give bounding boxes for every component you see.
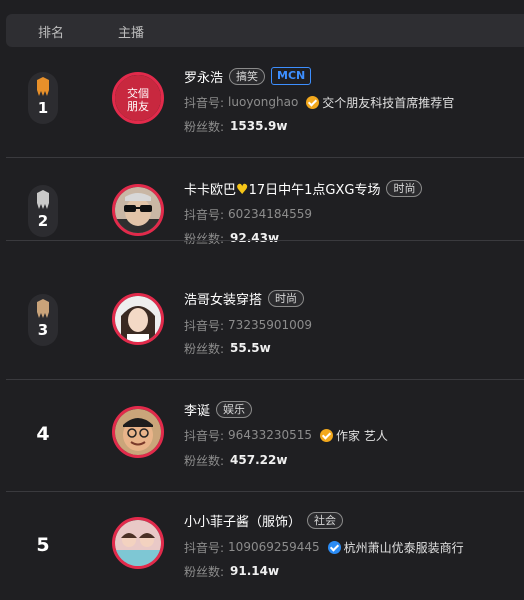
fans-label: 粉丝数: [184,119,225,134]
anchor-name[interactable]: 卡卡欧巴♥17日中午1点GXG专场 [184,179,380,198]
anchor-name[interactable]: 罗永浩 [184,67,223,86]
row-divider [6,157,524,158]
rank-medal-gold: 1 [28,72,58,124]
verified-gold-icon [320,428,334,442]
douyin-id-label: 抖音号: [184,207,225,222]
fans-count: 457.22w [230,453,288,467]
fans-label: 粉丝数: [184,341,225,356]
verification-text: 作家 艺人 [336,428,388,443]
verification-text: 交个朋友科技首席推荐官 [322,95,455,110]
verification-text: 杭州萧山优泰服装商行 [343,540,464,555]
rank-number: 2 [37,212,49,230]
rank-number: 5 [36,534,50,556]
rank-number: 1 [37,99,49,117]
douyin-id: 109069259445 [228,540,320,554]
fans-label: 粉丝数: [184,231,225,246]
table-header: 排名 主播 [6,14,524,47]
category-tag: 娱乐 [216,400,253,418]
fans-label: 粉丝数: [184,564,225,579]
douyin-id-label: 抖音号: [184,428,225,443]
verified-gold-icon [306,95,320,109]
column-header-rank: 排名 [38,26,65,41]
category-tag: 时尚 [386,179,423,197]
anchor-name[interactable]: 小小菲子酱（服饰） [184,511,301,530]
douyin-id: 73235901009 [228,318,313,332]
fans-label: 粉丝数: [184,453,225,468]
column-header-anchor: 主播 [118,26,145,41]
fans-count: 91.14w [230,564,280,578]
douyin-id-label: 抖音号: [184,318,225,333]
category-tag: 时尚 [268,289,305,307]
svg-text:朋友: 朋友 [127,99,149,113]
douyin-id-label: 抖音号: [184,95,225,110]
medal-icon [37,299,49,318]
fans-count: 1535.9w [230,119,288,133]
avatar[interactable] [112,406,164,458]
rank-medal-bronze: 3 [28,294,58,346]
row-divider [6,379,524,380]
rank-number: 4 [36,423,50,445]
row-divider [6,240,524,241]
avatar[interactable] [112,517,164,569]
anchor-name[interactable]: 浩哥女装穿搭 [184,289,262,308]
fans-count: 55.5w [230,341,271,355]
rank-number: 3 [37,321,49,339]
douyin-id: 96433230515 [228,428,313,442]
fans-count: 92.43w [230,231,280,245]
heart-icon: ♥ [236,181,249,198]
category-tag: 搞笑 [229,67,266,85]
category-tag: 社会 [307,511,344,529]
douyin-id: luoyonghao [228,95,299,109]
douyin-id-label: 抖音号: [184,540,225,555]
douyin-id: 60234184559 [228,207,313,221]
anchor-name[interactable]: 李诞 [184,400,210,419]
medal-icon [37,190,49,209]
mcn-badge: MCN [271,67,312,85]
row-divider [6,491,524,492]
rank-medal-silver: 2 [28,185,58,237]
avatar[interactable]: 交個 朋友 [112,72,164,124]
avatar[interactable] [112,184,164,236]
verified-blue-icon [327,540,341,554]
medal-icon [37,77,49,96]
avatar[interactable] [112,293,164,345]
svg-text:交個: 交個 [127,86,149,100]
